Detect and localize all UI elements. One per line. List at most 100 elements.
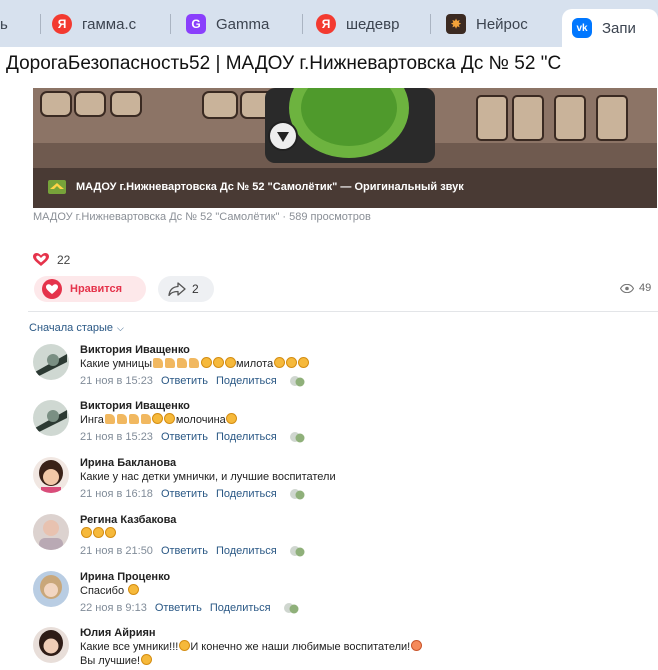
comment-text: Какие у нас детки умнички, и лучшие восп… [80, 471, 336, 483]
comment-item: Ирина Бакланова Какие у нас детки умничк… [33, 457, 653, 507]
emoji-icon [164, 413, 176, 424]
avatar[interactable] [33, 514, 69, 550]
reply-button[interactable]: Ответить [161, 545, 208, 557]
thumbs-up-icon [140, 414, 151, 424]
emoji-icon [178, 640, 190, 651]
emoji-icon [92, 527, 104, 538]
emoji-icon [104, 527, 116, 538]
reaction-summary[interactable]: 22 [33, 253, 70, 267]
like-button[interactable]: Нравится [34, 276, 146, 302]
comments-sort-dropdown[interactable]: Сначала старые ⌵ [29, 322, 124, 334]
comment-text: Инга молочина [80, 413, 238, 427]
thumbs-up-icon [189, 358, 200, 368]
divider [28, 311, 658, 312]
tab-gamma-search[interactable]: Я гамма.с [52, 9, 162, 39]
thumbs-up-icon [177, 358, 188, 368]
tab-label: шедевр [346, 15, 400, 33]
tab-vk-active[interactable]: vk Запи [562, 9, 658, 47]
reaction-icon[interactable] [283, 602, 301, 614]
comment-text: Спасибо [80, 584, 139, 598]
emoji-icon [80, 527, 92, 538]
comment-author[interactable]: Ирина Проценко [80, 571, 170, 583]
share-link[interactable]: Поделиться [216, 375, 277, 387]
yandex-icon: Я [316, 14, 336, 34]
tab-gamma[interactable]: G Gamma [186, 9, 296, 39]
emoji-icon [140, 654, 152, 665]
share-link[interactable]: Поделиться [216, 545, 277, 557]
tab-label: ь [0, 15, 8, 33]
tab-separator [170, 14, 171, 34]
share-arrow-icon [168, 282, 186, 296]
comment-text-part: Какие умницы [80, 358, 153, 370]
reaction-icon[interactable] [289, 431, 307, 443]
thumbs-up-icon [104, 414, 115, 424]
avatar[interactable] [33, 400, 69, 436]
comment-meta: 21 ноя в 15:23 Ответить Поделиться [80, 431, 307, 443]
reply-button[interactable]: Ответить [155, 602, 202, 614]
comment-date[interactable]: 21 ноя в 16:18 [80, 488, 153, 500]
comment-meta: 21 ноя в 16:18 Ответить Поделиться [80, 488, 307, 500]
video-caption[interactable]: МАДОУ г.Нижневартовска Дс № 52 "Самолёти… [48, 180, 464, 194]
comment-text-part: Вы лучшие! [80, 655, 141, 667]
thumbs-up-icon [116, 414, 127, 424]
comment-text-part: Спасибо [80, 585, 125, 597]
emoji-icon [200, 357, 212, 368]
comment-text: Какие все умники!!! И конечно же наши люб… [80, 640, 422, 668]
comment-author[interactable]: Регина Казбакова [80, 514, 176, 526]
share-count: 2 [192, 282, 199, 296]
emoji-icon [152, 413, 164, 424]
channel-avatar-icon [48, 180, 66, 194]
page-title: ДорогаБезопасность52 | МАДОУ г.Нижневарт… [6, 53, 562, 74]
eye-icon [620, 283, 634, 293]
sort-label: Сначала старые [29, 322, 114, 334]
reply-button[interactable]: Ответить [161, 488, 208, 500]
comment-author[interactable]: Виктория Иващенко [80, 400, 190, 412]
reaction-icon[interactable] [289, 375, 307, 387]
reaction-icon[interactable] [289, 488, 307, 500]
yandex-icon: Я [52, 14, 72, 34]
share-link[interactable]: Поделиться [210, 602, 271, 614]
tab-label: Запи [602, 19, 636, 37]
tab-neuro[interactable]: ✸ Нейрос [446, 9, 550, 39]
comment-item: Юлия Айриян Какие все умники!!! И конечно… [33, 627, 653, 670]
neuro-icon: ✸ [446, 14, 466, 34]
comment-date[interactable]: 21 ноя в 15:23 [80, 431, 153, 443]
avatar[interactable] [33, 571, 69, 607]
avatar[interactable] [33, 344, 69, 380]
chevron-down-icon: ⌵ [117, 322, 124, 333]
comment-text-part: молочина [175, 414, 226, 426]
thumbs-up-icon [165, 358, 176, 368]
avatar[interactable] [33, 627, 69, 663]
comment-author[interactable]: Юлия Айриян [80, 627, 156, 639]
comment-author[interactable]: Ирина Бакланова [80, 457, 176, 469]
browser-tab-bar: ь Я гамма.с G Gamma Я шедевр ✸ Нейрос vk… [0, 0, 658, 47]
heart-icon [33, 253, 49, 266]
emoji-icon [224, 357, 236, 368]
tab-shedevr[interactable]: Я шедевр [316, 9, 420, 39]
comment-date[interactable]: 21 ноя в 15:23 [80, 375, 153, 387]
comment-text-part: милота [236, 358, 274, 370]
share-button[interactable]: 2 [158, 276, 214, 302]
comment-item: Виктория Иващенко Инга молочина 21 ноя в … [33, 400, 653, 450]
comment-meta: 21 ноя в 21:50 Ответить Поделиться [80, 545, 307, 557]
comment-author[interactable]: Виктория Иващенко [80, 344, 190, 356]
reply-button[interactable]: Ответить [161, 431, 208, 443]
comment-item: Виктория Иващенко Какие умницы милота 21 … [33, 344, 653, 394]
reaction-icon[interactable] [289, 545, 307, 557]
comment-text [80, 527, 116, 541]
emoji-icon [273, 357, 285, 368]
tab-label: гамма.с [82, 15, 137, 33]
comment-date[interactable]: 21 ноя в 21:50 [80, 545, 153, 557]
tab-separator [40, 14, 41, 34]
like-button-label: Нравится [70, 283, 123, 295]
share-link[interactable]: Поделиться [216, 431, 277, 443]
comment-date[interactable]: 22 ноя в 9:13 [80, 602, 147, 614]
tab-partial[interactable]: ь [0, 9, 30, 39]
views-count: 49 [639, 282, 652, 294]
emoji-icon [410, 640, 422, 651]
video-meta: МАДОУ г.Нижневартовска Дс № 52 "Самолёти… [33, 211, 371, 223]
share-link[interactable]: Поделиться [216, 488, 277, 500]
reply-button[interactable]: Ответить [161, 375, 208, 387]
avatar[interactable] [33, 457, 69, 493]
views-counter: 49 [620, 282, 651, 294]
